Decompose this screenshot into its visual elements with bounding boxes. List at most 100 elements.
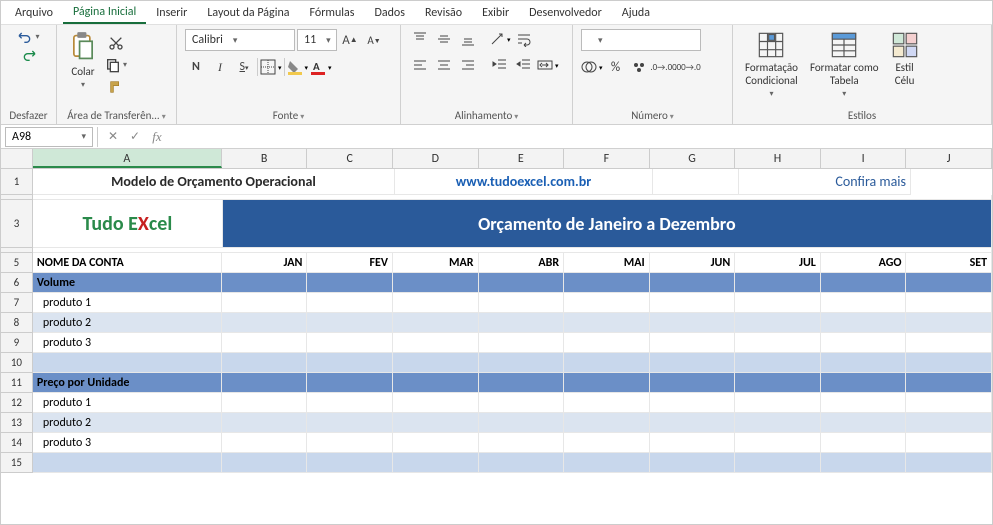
menu-exibir[interactable]: Exibir <box>472 3 519 23</box>
font-size-combo[interactable]: 11▾ <box>297 29 337 51</box>
col-head-A[interactable]: A <box>33 149 222 168</box>
orientation-button[interactable]: ▾ <box>489 31 511 47</box>
currency-button[interactable]: ▾ <box>581 59 603 75</box>
font-color-button[interactable]: A▾ <box>310 59 332 75</box>
borders-button[interactable]: ▾ <box>260 59 282 75</box>
undo-icon <box>17 29 33 45</box>
row-1[interactable]: 1 Modelo de Orçamento Operacional www.tu… <box>1 169 992 195</box>
font-color-icon: A <box>310 59 326 75</box>
format-table-button[interactable]: Formatar como Tabela ▾ <box>806 29 883 101</box>
redo-button[interactable] <box>21 47 37 67</box>
borders-icon <box>260 59 276 75</box>
align-top-button[interactable] <box>409 29 431 49</box>
select-all-corner[interactable] <box>1 149 33 168</box>
name-box[interactable]: A98▾ <box>5 127 93 147</box>
align-bottom-icon <box>460 31 476 47</box>
row-8[interactable]: 8 produto 2 <box>1 313 992 333</box>
row-3[interactable]: 3 Tudo EXcel Orçamento de Janeiro a Deze… <box>1 200 992 248</box>
cell-styles-button[interactable]: Estil Célu <box>887 29 923 89</box>
cell-volume[interactable]: Volume <box>33 273 222 293</box>
align-left-icon <box>412 57 428 73</box>
cell-banner[interactable]: Orçamento de Janeiro a Dezembro <box>223 200 992 248</box>
col-head-F[interactable]: F <box>564 149 650 168</box>
bold-button[interactable]: N <box>185 57 207 77</box>
paste-icon <box>69 31 97 63</box>
col-head-B[interactable]: B <box>222 149 308 168</box>
wrap-text-button[interactable] <box>513 29 535 49</box>
align-left-button[interactable] <box>409 55 431 75</box>
paste-button[interactable]: Colar ▾ <box>65 29 101 92</box>
align-bottom-button[interactable] <box>457 29 479 49</box>
merge-button[interactable]: ▾ <box>537 57 559 73</box>
enter-formula-button[interactable]: ✓ <box>124 129 146 144</box>
cell-preco[interactable]: Preço por Unidade <box>33 373 222 393</box>
menu-ajuda[interactable]: Ajuda <box>612 3 660 23</box>
row-12[interactable]: 12 produto 1 <box>1 393 992 413</box>
align-center-icon <box>436 57 452 73</box>
increase-indent-button[interactable] <box>513 55 535 75</box>
row-10[interactable]: 10 <box>1 353 992 373</box>
col-head-D[interactable]: D <box>393 149 479 168</box>
cell-title[interactable]: Modelo de Orçamento Operacional <box>33 169 395 195</box>
row-13[interactable]: 13 produto 2 <box>1 413 992 433</box>
col-head-H[interactable]: H <box>735 149 821 168</box>
wrap-icon <box>516 31 532 47</box>
fill-color-button[interactable]: ▾ <box>287 59 309 75</box>
increase-font-button[interactable]: A▲ <box>339 30 361 50</box>
merge-icon <box>537 57 553 73</box>
menu-pagina-inicial[interactable]: Página Inicial <box>63 2 146 24</box>
formula-bar: A98▾ ✕ ✓ fx <box>1 125 992 149</box>
cell-nomeconta[interactable]: NOME DA CONTA <box>33 253 222 273</box>
align-right-button[interactable] <box>457 55 479 75</box>
menu-layout[interactable]: Layout da Página <box>197 3 299 23</box>
row-11[interactable]: 11 Preço por Unidade <box>1 373 992 393</box>
align-middle-button[interactable] <box>433 29 455 49</box>
row-6[interactable]: 6 Volume <box>1 273 992 293</box>
cell-logo[interactable]: Tudo EXcel <box>33 200 223 248</box>
row-15[interactable]: 15 <box>1 453 992 473</box>
menu-revisao[interactable]: Revisão <box>415 3 472 23</box>
increase-decimal-button[interactable]: .0→.00 <box>653 57 675 77</box>
copy-icon <box>105 57 121 73</box>
menu-dados[interactable]: Dados <box>364 3 414 23</box>
col-head-G[interactable]: G <box>650 149 736 168</box>
format-painter-button[interactable] <box>105 77 127 97</box>
cell-confira[interactable]: Confira mais <box>739 169 911 195</box>
col-head-C[interactable]: C <box>307 149 393 168</box>
font-name-combo[interactable]: Calibri▾ <box>185 29 295 51</box>
undo-button[interactable]: ▾ <box>17 29 39 45</box>
row-14[interactable]: 14 produto 3 <box>1 433 992 453</box>
row-5[interactable]: 5 NOME DA CONTA JAN FEV MAR ABR MAI JUN … <box>1 253 992 273</box>
menu-arquivo[interactable]: Arquivo <box>5 3 63 23</box>
col-head-E[interactable]: E <box>479 149 565 168</box>
menu-desenvolvedor[interactable]: Desenvolvedor <box>519 3 612 23</box>
group-fonte: Fonte <box>273 109 298 122</box>
menu-inserir[interactable]: Inserir <box>146 3 197 23</box>
col-head-J[interactable]: J <box>906 149 992 168</box>
percent-button[interactable]: % <box>605 57 627 77</box>
copy-button[interactable]: ▾ <box>105 57 127 73</box>
fx-button[interactable]: fx <box>146 129 168 145</box>
align-center-button[interactable] <box>433 55 455 75</box>
row-9[interactable]: 9 produto 3 <box>1 333 992 353</box>
underline-button[interactable]: S▾ <box>233 57 255 77</box>
cell-url[interactable]: www.tudoexcel.com.br <box>395 169 653 195</box>
group-numero: Número <box>631 109 668 122</box>
decrease-font-button[interactable]: A▼ <box>363 30 385 50</box>
comma-button[interactable] <box>629 57 651 77</box>
decrease-indent-button[interactable] <box>489 55 511 75</box>
align-right-icon <box>460 57 476 73</box>
col-head-I[interactable]: I <box>821 149 907 168</box>
formula-input[interactable] <box>168 127 992 147</box>
menu-formulas[interactable]: Fórmulas <box>300 3 365 23</box>
increase-indent-icon <box>516 57 532 73</box>
italic-button[interactable]: I <box>209 57 231 77</box>
group-alinhamento: Alinhamento <box>455 109 513 122</box>
currency-icon <box>581 59 597 75</box>
conditional-format-button[interactable]: Formatação Condicional ▾ <box>741 29 802 101</box>
cancel-formula-button[interactable]: ✕ <box>102 129 124 144</box>
row-7[interactable]: 7 produto 1 <box>1 293 992 313</box>
decrease-decimal-button[interactable]: .00→.0 <box>677 57 699 77</box>
cut-button[interactable] <box>105 33 127 53</box>
number-format-combo[interactable]: ▾ <box>581 29 701 51</box>
